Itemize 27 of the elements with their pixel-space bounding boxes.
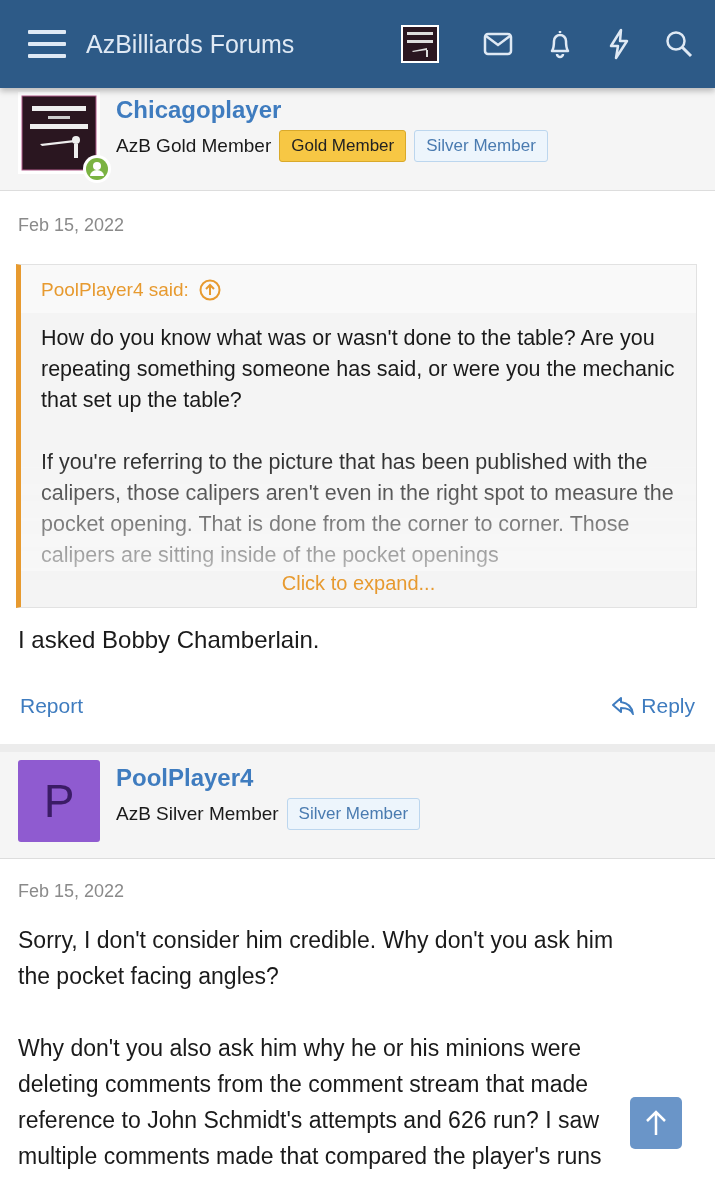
username-link[interactable]: PoolPlayer4 bbox=[116, 764, 421, 792]
post-date[interactable]: Feb 15, 2022 bbox=[0, 859, 715, 922]
reply-link[interactable]: Reply bbox=[611, 694, 695, 718]
avatar[interactable]: P bbox=[18, 760, 100, 842]
user-title: AzB Silver Member bbox=[116, 803, 279, 825]
mail-icon[interactable] bbox=[483, 32, 513, 56]
quote-attribution[interactable]: PoolPlayer4 said: bbox=[41, 279, 189, 301]
member-badge: Silver Member bbox=[286, 798, 421, 830]
forum-title[interactable]: AzBilliards Forums bbox=[86, 29, 401, 59]
quote-text: How do you know what was or wasn't done to the table? Are you repeating something someone has said, or were you the mechanic that set up the table? bbox=[41, 325, 676, 414]
post-date[interactable]: Feb 15, 2022 bbox=[0, 191, 715, 252]
search-icon[interactable] bbox=[665, 30, 693, 58]
lightning-icon[interactable] bbox=[607, 28, 631, 60]
post-text: Why don't you also ask him why he or his minions were deleting comments from the comment stream that made reference to John Schmidt's attempts and 626 run? I saw multiple comments made that compared the player's runs bbox=[17, 1034, 603, 1171]
post-text: Sorry, I don't consider him credible. Why don't you ask him the pocket facing angles? bbox=[17, 926, 615, 991]
post-text: I asked Bobby Chamberlain. bbox=[17, 625, 321, 655]
menu-icon[interactable] bbox=[28, 28, 66, 60]
expand-link[interactable]: Click to expand... bbox=[281, 572, 436, 594]
member-badge: Gold Member bbox=[279, 130, 407, 162]
quote-text: If you're referring to the picture that has been published with the calipers, those calipers aren't even in the right spot to measure the pocket opening. That is done from the corner to corner. Those calipers are sitting inside of the pocket openings bbox=[41, 449, 675, 569]
user-title: AzB Gold Member bbox=[116, 135, 272, 157]
reply-icon bbox=[611, 696, 636, 716]
member-badge: Silver Member bbox=[414, 130, 548, 162]
username-link[interactable]: Chicagoplayer bbox=[116, 96, 548, 124]
report-link[interactable]: Report bbox=[20, 694, 84, 718]
scroll-to-top-button[interactable] bbox=[630, 1097, 682, 1149]
arrow-up-icon bbox=[644, 1109, 668, 1137]
